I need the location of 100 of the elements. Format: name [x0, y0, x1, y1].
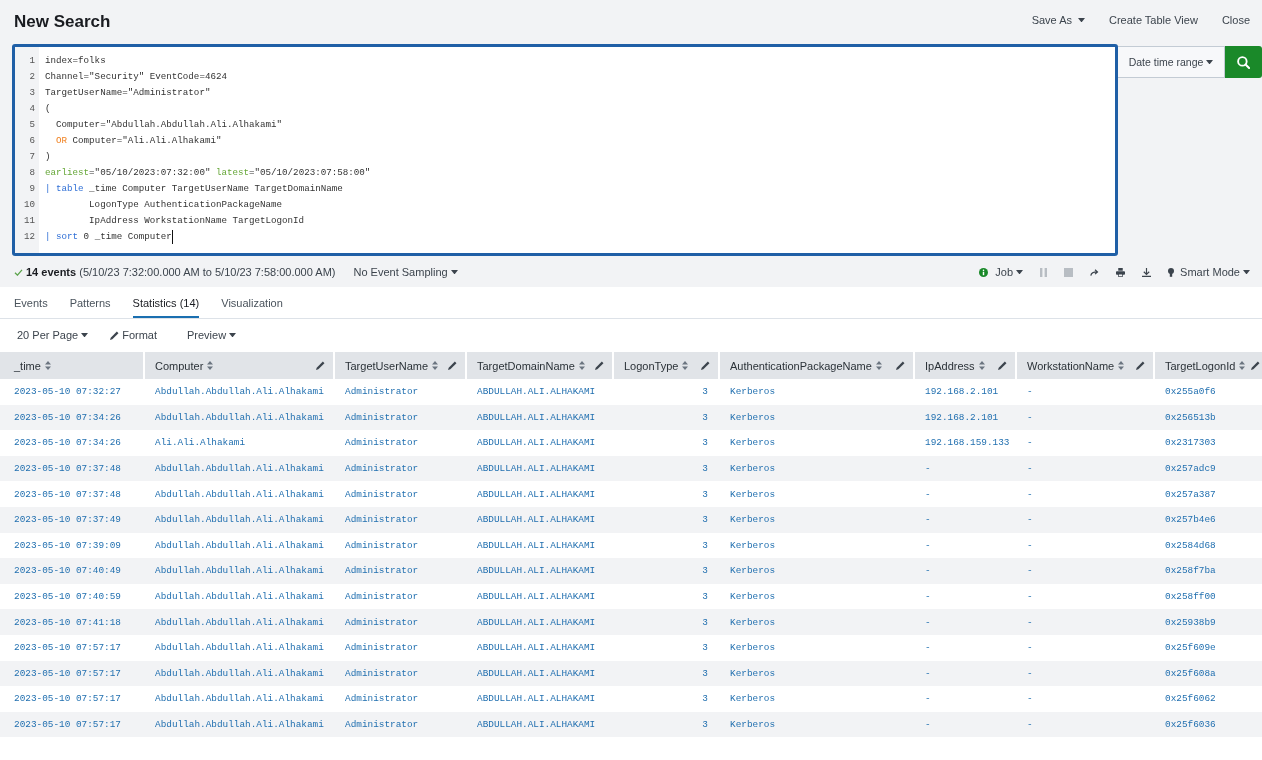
pencil-icon[interactable] — [448, 361, 457, 370]
table-cell-text: - — [1026, 385, 1034, 400]
table-cell-text: Kerberos — [729, 436, 776, 451]
table-cell-text: ABDULLAH.ALI.ALHAKAMI — [476, 385, 597, 400]
sampling-dropdown[interactable]: No Event Sampling — [353, 266, 458, 278]
line-number: 3 — [28, 86, 36, 100]
table-cell-text: 2023-05-10 07:37:48 — [13, 462, 122, 477]
table-cell-text: 0x25f6062 — [1164, 692, 1217, 707]
download-icon[interactable] — [1142, 267, 1152, 277]
table-cell-text: ABDULLAH.ALI.ALHAKAMI — [476, 487, 597, 502]
pencil-icon[interactable] — [998, 361, 1007, 370]
table-cell-text: 2023-05-10 07:41:18 — [13, 615, 122, 630]
table-cell-text: 3 — [701, 487, 709, 502]
table-cell-text: Administrator — [344, 590, 420, 605]
tab[interactable]: Visualization — [221, 287, 283, 318]
table-cell-text: Administrator — [344, 538, 420, 553]
page-title: New Search — [14, 12, 111, 32]
job-menu[interactable]: Job — [979, 266, 1024, 278]
format-button[interactable]: Format — [110, 329, 157, 341]
column-header[interactable]: AuthenticationPackageName — [720, 352, 915, 379]
header-link[interactable]: Close — [1221, 14, 1250, 26]
mode-dropdown[interactable]: Smart Mode — [1168, 266, 1250, 278]
table-cell-text: 0x257adc9 — [1164, 462, 1217, 477]
table-cell-text: Kerberos — [729, 538, 776, 553]
column-header[interactable]: TargetUserName — [335, 352, 467, 379]
table-cell-text: - — [1026, 564, 1034, 579]
table-cell-text: 192.168.2.101 — [924, 385, 1000, 400]
pencil-icon[interactable] — [1251, 361, 1261, 370]
column-header[interactable]: _time — [0, 352, 145, 379]
table-cell-text: 3 — [701, 590, 709, 605]
table-cell-text: ABDULLAH.ALI.ALHAKAMI — [476, 410, 597, 425]
line-number: 10 — [22, 198, 36, 212]
search-button[interactable] — [1225, 46, 1262, 78]
pencil-icon[interactable] — [896, 361, 905, 370]
bulb-icon — [1168, 267, 1175, 277]
code-line: IpAddress WorkstationName TargetLogonId — [88, 214, 305, 228]
header-link[interactable]: Save As — [1031, 14, 1085, 26]
caret-icon — [81, 332, 89, 338]
code-line: earliest="05/10/2023:07:32:00" latest="05/10/2023:07:58:00" — [45, 166, 371, 180]
column-header[interactable]: TargetDomainName — [467, 352, 614, 379]
search-editor[interactable] — [12, 44, 1118, 256]
table-cell-text: ABDULLAH.ALI.ALHAKAMI — [476, 718, 597, 732]
table-cell-text: 2023-05-10 07:57:17 — [13, 641, 122, 656]
table-cell-text: 2023-05-10 07:37:49 — [13, 513, 122, 528]
table-cell-text: - — [1026, 410, 1034, 425]
table-cell-text: 0x2584d68 — [1164, 538, 1217, 553]
table-cell-text: 3 — [701, 615, 709, 630]
caret-icon — [229, 332, 237, 338]
table-cell-text: 2023-05-10 07:39:09 — [13, 538, 122, 553]
table-cell-text: Administrator — [344, 692, 420, 707]
table-cell-text: Kerberos — [729, 513, 776, 528]
tab[interactable]: Events — [14, 287, 48, 318]
table-cell-text: 192.168.159.133 — [924, 436, 1011, 451]
code-line: LogonType AuthenticationPackageName — [88, 198, 283, 212]
column-header[interactable]: TargetLogonId — [1155, 352, 1262, 379]
header-link[interactable]: Create Table View — [1109, 14, 1198, 26]
table-cell-text: - — [924, 590, 932, 605]
table-cell-text: Administrator — [344, 666, 420, 681]
pencil-icon[interactable] — [316, 361, 325, 370]
table-cell-text: Kerberos — [729, 385, 776, 400]
table-cell-text: - — [1026, 487, 1034, 502]
table-cell-text: Administrator — [344, 487, 420, 502]
preview-dropdown[interactable]: Preview — [187, 329, 237, 341]
table-cell-text: 3 — [701, 436, 709, 451]
share-icon[interactable] — [1090, 268, 1100, 276]
time-range-picker[interactable]: Date time range — [1118, 46, 1225, 78]
table-cell-text: - — [924, 615, 932, 630]
table-cell-text: Administrator — [344, 462, 420, 477]
sort-icon — [432, 361, 439, 370]
per-page-dropdown[interactable]: 20 Per Page — [17, 329, 89, 341]
table-cell-text: 3 — [701, 692, 709, 707]
code-line: index=folks — [45, 54, 106, 68]
code-line: Channel="Security" EventCode=4624 — [45, 70, 227, 84]
caret-icon — [1016, 269, 1024, 275]
pencil-icon[interactable] — [595, 361, 604, 370]
column-header[interactable]: WorkstationName — [1017, 352, 1155, 379]
table-cell-text: 0x256513b — [1164, 410, 1217, 425]
table-cell-text: - — [1026, 436, 1034, 451]
column-header[interactable]: Computer — [145, 352, 335, 379]
line-number: 6 — [28, 134, 36, 148]
search-icon — [1237, 55, 1250, 69]
caret-icon — [1206, 59, 1214, 65]
column-header[interactable]: LogonType — [614, 352, 720, 379]
table-cell-text: ABDULLAH.ALI.ALHAKAMI — [476, 462, 597, 477]
pencil-icon[interactable] — [701, 361, 710, 370]
print-icon[interactable] — [1116, 267, 1126, 277]
pencil-icon[interactable] — [1136, 361, 1145, 370]
table-cell-text: ABDULLAH.ALI.ALHAKAMI — [476, 615, 597, 630]
table-cell-text: Administrator — [344, 615, 420, 630]
table-cell-text: 3 — [701, 718, 709, 732]
line-number: 7 — [28, 150, 36, 164]
table-cell-text: 0x25938b9 — [1164, 615, 1217, 630]
tab[interactable]: Statistics (14) — [132, 287, 200, 318]
table-cell-text: ABDULLAH.ALI.ALHAKAMI — [476, 564, 597, 579]
tab[interactable]: Patterns — [69, 287, 111, 318]
table-cell-text: 3 — [701, 538, 709, 553]
table-cell-text: - — [924, 462, 932, 477]
table-cell-text: 2023-05-10 07:57:17 — [13, 718, 122, 732]
table-cell-text: ABDULLAH.ALI.ALHAKAMI — [476, 538, 597, 553]
column-header[interactable]: IpAddress — [915, 352, 1017, 379]
